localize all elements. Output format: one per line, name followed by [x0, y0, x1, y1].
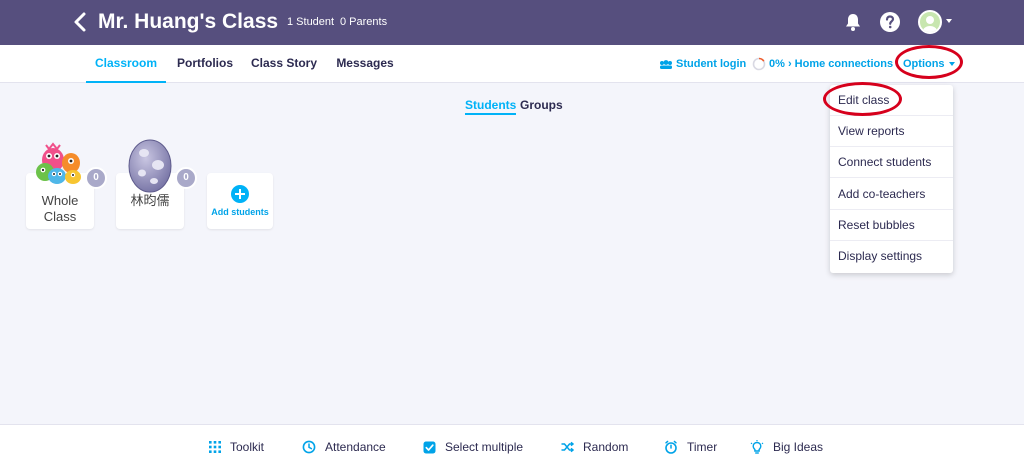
toolbar-random-label: Random	[583, 440, 629, 454]
checkbox-icon	[423, 441, 436, 453]
timer-icon	[665, 440, 677, 454]
plus-icon[interactable]	[231, 185, 249, 203]
back-arrow-icon[interactable]	[70, 10, 90, 34]
toolbar-select-multiple[interactable]: Select multiple	[423, 438, 523, 456]
lightbulb-icon	[750, 439, 764, 454]
toolbar-attendance-label: Attendance	[325, 440, 386, 454]
parent-count[interactable]: 0 Parents	[340, 15, 387, 29]
options-label: Options	[903, 58, 945, 70]
egg-avatar-icon	[128, 139, 172, 193]
menu-item-reset-bubbles[interactable]: Reset bubbles	[830, 210, 953, 241]
whole-class-label-line2: Class	[43, 209, 77, 224]
student-login-label: Student login	[676, 58, 747, 70]
whole-class-points-badge: 0	[85, 167, 107, 189]
chevron-down-icon	[948, 62, 955, 66]
toolbar-big-ideas[interactable]: Big Ideas	[750, 438, 823, 456]
toolbar-toolkit-label: Toolkit	[230, 440, 265, 454]
toolbar-big-ideas-label: Big Ideas	[773, 440, 824, 454]
student-points-badge: 0	[175, 167, 197, 189]
toolbar-attendance[interactable]: Attendance	[302, 438, 386, 456]
user-silhouette-icon	[923, 16, 937, 32]
user-avatar[interactable]	[918, 10, 942, 34]
toolbar-select-multiple-label: Select multiple	[445, 440, 524, 454]
menu-item-add-co-teachers[interactable]: Add co-teachers	[830, 179, 953, 210]
shuffle-icon	[561, 441, 574, 453]
clock-icon	[302, 440, 316, 454]
toggle-groups[interactable]: Groups	[520, 98, 563, 112]
top-header: Mr. Huang's Class 1 Student 0 Parents	[0, 0, 1024, 45]
tab-classroom[interactable]: Classroom	[86, 45, 166, 83]
student-name: 林昀儒	[130, 193, 170, 208]
toolbar-toolkit[interactable]: Toolkit	[209, 438, 264, 456]
menu-item-view-reports[interactable]: View reports	[830, 116, 953, 147]
add-students-label[interactable]: Add students	[207, 207, 273, 217]
home-connections-label: 0% › Home connections	[769, 58, 894, 70]
toolbar-timer-label: Timer	[687, 440, 718, 454]
tab-portfolios[interactable]: Portfolios	[174, 45, 236, 83]
options-button[interactable]: Options	[903, 56, 955, 72]
student-login-link[interactable]: Student login	[659, 57, 746, 71]
menu-item-connect-students[interactable]: Connect students	[830, 147, 953, 178]
progress-ring-icon	[752, 57, 766, 71]
help-icon[interactable]	[879, 11, 901, 33]
menu-item-display-settings[interactable]: Display settings	[830, 241, 953, 272]
whole-class-label-line1: Whole	[41, 193, 79, 208]
student-count[interactable]: 1 Student	[287, 15, 334, 29]
bell-icon[interactable]	[843, 12, 863, 32]
nav-bar: Classroom Portfolios Class Story Message…	[0, 45, 1024, 83]
tab-messages[interactable]: Messages	[334, 45, 396, 83]
grid-icon	[209, 441, 221, 453]
toolbar-timer[interactable]: Timer	[664, 438, 717, 456]
toggle-students[interactable]: Students	[465, 98, 517, 115]
menu-item-edit-class[interactable]: Edit class	[830, 85, 953, 116]
home-connections-link[interactable]: 0% › Home connections	[752, 56, 893, 72]
class-title: Mr. Huang's Class	[98, 10, 279, 33]
bottom-toolbar: Toolkit Attendance Select multiple Rando…	[0, 424, 1024, 469]
class-monsters-icon	[36, 142, 81, 184]
tab-class-story[interactable]: Class Story	[250, 45, 318, 83]
options-dropdown-menu: Edit class View reports Connect students…	[830, 85, 953, 273]
toolbar-random[interactable]: Random	[561, 438, 628, 456]
avatar-caret-icon[interactable]	[946, 19, 952, 23]
students-group-icon	[660, 60, 672, 69]
